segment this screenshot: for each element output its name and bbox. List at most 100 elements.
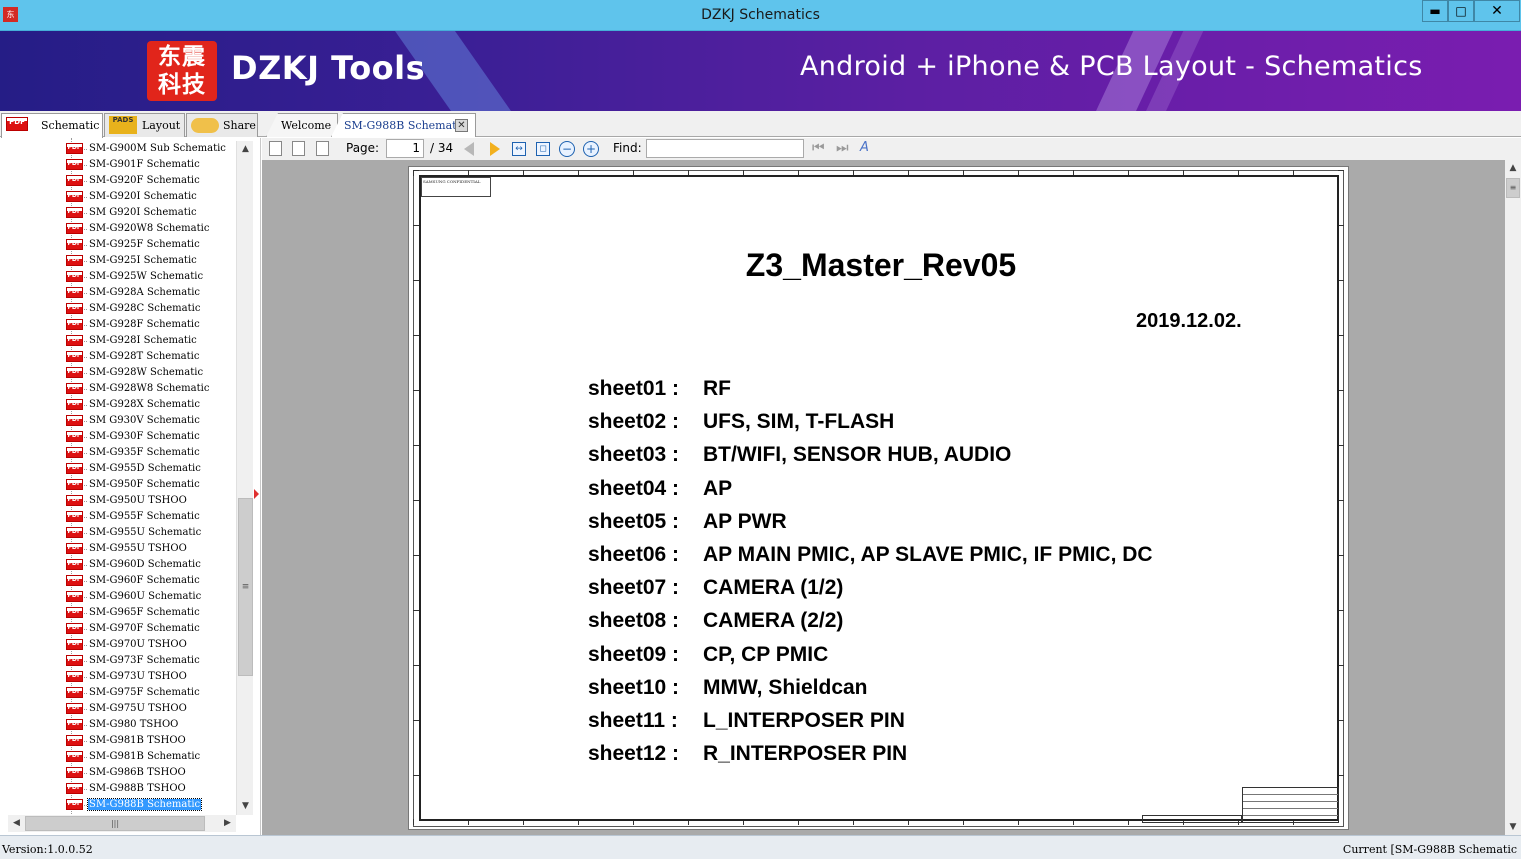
copy-icon[interactable] <box>292 141 305 156</box>
sheet-description: MMW, Shieldcan <box>703 675 868 699</box>
logo-text-line1: 东震 <box>158 44 206 70</box>
tree-vertical-scrollbar[interactable]: ▲ ≡ ▼ <box>236 141 253 815</box>
pdf-file-icon: PDF <box>66 223 83 234</box>
tab-sm-g988b-schematic[interactable]: SM-G988B Schematic ✕ <box>331 113 476 137</box>
tree-item-label: SM-G928W Schematic <box>89 367 204 378</box>
tree-item-label: SM-G970U TSHOO <box>89 639 187 650</box>
scroll-up-icon[interactable]: ▲ <box>1505 160 1521 176</box>
sheet-number: sheet07 : <box>588 576 680 600</box>
tree-item-label: SM-G950F Schematic <box>89 479 200 490</box>
tree-item-label: SM-G988B Schematic <box>86 798 203 811</box>
tab-share[interactable]: Share <box>186 113 258 137</box>
viewer-toolbar: Page: 1 / 34 ↔ ◻ − + Find: ⏮ ⏭ A <box>262 138 1521 160</box>
pdf-file-icon: PDF <box>66 719 83 730</box>
tree-item-label: SM-G925I Schematic <box>89 255 197 266</box>
pdf-file-icon: PDF <box>66 671 83 682</box>
pdf-file-icon: PDF <box>66 623 83 634</box>
tree-item-label: SM-G965F Schematic <box>89 607 200 618</box>
page-label: Page: <box>346 141 380 155</box>
current-document-text: Current [SM-G988B Schematic <box>1342 843 1517 856</box>
sheet-number: sheet10 : <box>588 675 680 699</box>
fit-width-icon[interactable]: ↔ <box>512 142 526 156</box>
tab-welcome[interactable]: Welcome <box>266 113 338 137</box>
tree-item-label: SM G920I Schematic <box>89 207 197 218</box>
find-label: Find: <box>613 141 642 155</box>
find-first-icon[interactable]: ⏮ <box>812 140 830 158</box>
zoom-out-icon[interactable]: − <box>559 141 575 157</box>
pdf-file-icon: PDF <box>66 575 83 586</box>
scroll-down-icon[interactable]: ▼ <box>1505 819 1521 835</box>
page-number-input[interactable]: 1 <box>386 139 424 158</box>
schematic-page: Z3_Master_Rev05 2019.12.02. sheet01 : RF s… <box>408 166 1349 830</box>
find-input[interactable] <box>646 139 804 158</box>
scroll-right-icon[interactable]: ▶ <box>219 815 236 832</box>
tab-schematic[interactable]: PDF Schematic <box>1 113 103 138</box>
pdf-file-icon: PDF <box>66 351 83 362</box>
prev-page-icon[interactable] <box>464 142 474 156</box>
open-icon[interactable] <box>269 141 282 156</box>
font-icon[interactable]: A <box>860 140 878 158</box>
sheet-description: UFS, SIM, T-FLASH <box>703 410 895 434</box>
scroll-down-icon[interactable]: ▼ <box>237 798 254 815</box>
tree-item-label: SM-G928X Schematic <box>89 399 200 410</box>
pdf-file-icon: PDF <box>66 431 83 442</box>
scroll-thumb[interactable]: ||| <box>25 816 205 831</box>
banner: 东震 科技 DZKJ Tools Android + iPhone & PCB … <box>0 31 1521 111</box>
tab-layout[interactable]: PADS Layout <box>104 113 185 137</box>
maximize-button[interactable]: □ <box>1448 0 1474 22</box>
tree-item-label: SM-G973F Schematic <box>89 655 200 666</box>
tree-item-label: SM-G986B TSHOO <box>89 767 186 778</box>
pdf-file-icon: PDF <box>66 255 83 266</box>
sheet-description: R_INTERPOSER PIN <box>703 742 908 766</box>
pdf-file-icon: PDF <box>66 527 83 538</box>
sheet-description: AP PWR <box>703 509 787 533</box>
pdf-file-icon: PDF <box>66 415 83 426</box>
close-button[interactable]: ✕ <box>1474 0 1520 22</box>
find-next-icon[interactable]: ⏭ <box>836 140 854 158</box>
tab-welcome-label: Welcome <box>281 119 332 132</box>
brand-logo: 东震 科技 <box>147 41 217 101</box>
next-page-icon[interactable] <box>490 142 500 156</box>
export-icon[interactable] <box>316 141 329 156</box>
document-viewer[interactable]: Z3_Master_Rev05 2019.12.02. sheet01 : RF s… <box>262 160 1505 835</box>
tree-horizontal-scrollbar[interactable]: ◀ ||| ▶ <box>8 815 236 832</box>
scroll-left-icon[interactable]: ◀ <box>8 815 25 832</box>
tree-item-label: SM G930V Schematic <box>89 415 200 426</box>
tree-item-label: SM-G960U Schematic <box>89 591 202 602</box>
confidential-text: SAMSUNG CONFIDENTIAL <box>423 179 481 184</box>
sheet-description: RF <box>703 377 731 400</box>
tree-item-label: SM-G970F Schematic <box>89 623 200 634</box>
document-title: Z3_Master_Rev05 <box>745 247 1017 283</box>
tree-item-label: SM-G930F Schematic <box>89 431 200 442</box>
tree-item-label: SM-G925W Schematic <box>89 271 204 282</box>
fit-page-icon[interactable]: ◻ <box>536 142 550 156</box>
window-title: DZKJ Schematics <box>701 7 820 23</box>
splitter-arrow-icon[interactable] <box>254 489 259 499</box>
scroll-thumb[interactable]: ≡ <box>1506 178 1520 198</box>
pdf-file-icon: PDF <box>66 607 83 618</box>
pdf-file-icon: PDF <box>66 207 83 218</box>
close-tab-icon[interactable]: ✕ <box>455 119 468 132</box>
viewer-vertical-scrollbar[interactable]: ▲ ≡ ▼ <box>1505 160 1521 835</box>
tree-item-label: SM-G975U TSHOO <box>89 703 187 714</box>
title-block <box>1242 787 1339 823</box>
banner-tagline: Android + iPhone & PCB Layout - Schemati… <box>800 51 1423 82</box>
pdf-file-icon: PDF <box>66 399 83 410</box>
minimize-button[interactable]: ▬ <box>1422 0 1448 22</box>
pdf-file-icon: PDF <box>66 639 83 650</box>
sheet-description: AP MAIN PMIC, AP SLAVE PMIC, IF PMIC, DC <box>703 543 1153 566</box>
scroll-thumb[interactable]: ≡ <box>238 498 253 676</box>
app-window: 东 DZKJ Schematics ▬ □ ✕ 东震 科技 DZKJ Tools… <box>0 0 1521 859</box>
scroll-up-icon[interactable]: ▲ <box>237 141 254 158</box>
tree-item-label: SM-G981B Schematic <box>89 751 201 762</box>
tab-row: PDF Schematic PADS Layout Share Welcome … <box>0 111 1521 138</box>
pdf-file-icon: PDF <box>66 655 83 666</box>
tree-item-label: SM-G950U TSHOO <box>89 495 187 506</box>
pdf-file-icon: PDF <box>66 479 83 490</box>
sheet-number: sheet01 : <box>588 377 680 400</box>
zoom-in-icon[interactable]: + <box>583 141 599 157</box>
pdf-file-icon: PDF <box>66 319 83 330</box>
pdf-file-icon: PDF <box>66 751 83 762</box>
status-bar: Version:1.0.0.52 Current [SM-G988B Schem… <box>0 835 1521 859</box>
document-date: 2019.12.02. <box>1136 310 1242 332</box>
